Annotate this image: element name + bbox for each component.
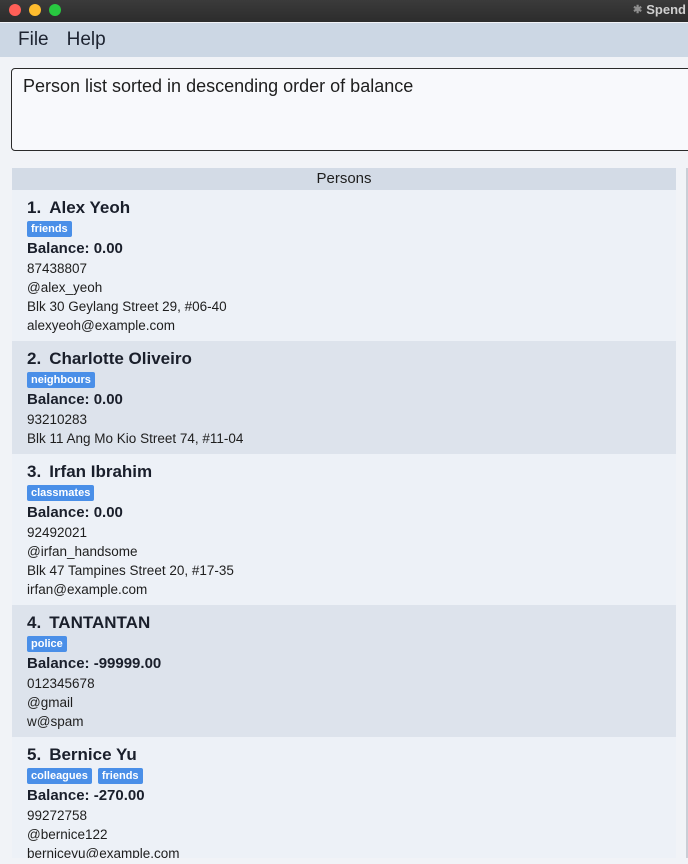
- person-email: alexyeoh@example.com: [27, 318, 176, 333]
- result-text: Person list sorted in descending order o…: [23, 76, 414, 96]
- person-list-panel[interactable]: Persons 1. Alex Yeoh friends Balance: 0.0…: [12, 168, 676, 858]
- person-email: w@spam: [27, 714, 84, 729]
- person-phone: 87438807: [27, 261, 88, 276]
- person-phone: 99272758: [27, 808, 88, 823]
- person-telegram: @irfan_handsome: [27, 544, 138, 559]
- person-balance: Balance: 0.00: [27, 240, 123, 257]
- person-address: Blk 47 Tampines Street 20, #17-35: [27, 563, 234, 578]
- person-index: 5.: [27, 745, 42, 764]
- person-index: 3.: [27, 462, 42, 481]
- person-phone: 92492021: [27, 525, 88, 540]
- person-tag: friends: [27, 221, 72, 237]
- person-balance: Balance: -270.00: [27, 787, 145, 804]
- person-phone: 93210283: [27, 412, 88, 427]
- person-tag: friends: [97, 768, 143, 784]
- person-name-row: 2. Charlotte Oliveiro: [27, 348, 661, 369]
- menu-help[interactable]: Help: [67, 29, 106, 51]
- person-phone: 012345678: [27, 676, 95, 691]
- person-name: Alex Yeoh: [49, 198, 131, 217]
- person-card[interactable]: 2. Charlotte Oliveiro neighbours Balance:…: [12, 341, 676, 454]
- app-icon: ✱: [633, 4, 643, 16]
- window-title-text: Spend: [646, 2, 686, 17]
- window-title-bar: ✱ Spend: [0, 0, 688, 22]
- person-index: 2.: [27, 349, 42, 368]
- person-name: Irfan Ibrahim: [49, 462, 153, 481]
- person-name-row: 3. Irfan Ibrahim: [27, 461, 661, 482]
- person-list-header: Persons: [12, 168, 676, 190]
- person-name-row: 4. TANTANTAN: [27, 612, 661, 633]
- person-tag: classmates: [27, 485, 95, 501]
- person-email: irfan@example.com: [27, 582, 148, 597]
- person-balance: Balance: 0.00: [27, 504, 123, 521]
- maximize-window-button[interactable]: [49, 4, 61, 16]
- window-title: ✱ Spend: [633, 2, 686, 17]
- person-index: 1.: [27, 198, 42, 217]
- person-tags: neighbours: [27, 372, 661, 388]
- person-name: TANTANTAN: [49, 613, 151, 632]
- close-window-button[interactable]: [9, 4, 21, 16]
- person-name-row: 5. Bernice Yu: [27, 744, 661, 765]
- person-telegram: @gmail: [27, 695, 73, 710]
- person-telegram: @bernice122: [27, 827, 108, 842]
- person-tags: police: [27, 636, 661, 652]
- person-name: Charlotte Oliveiro: [49, 349, 192, 368]
- menu-bar: File Help: [0, 23, 688, 57]
- person-name-row: 1. Alex Yeoh: [27, 197, 661, 218]
- result-display[interactable]: Person list sorted in descending order o…: [11, 68, 688, 151]
- person-card[interactable]: 5. Bernice Yu colleagues friends Balance:…: [12, 737, 676, 858]
- person-telegram: @alex_yeoh: [27, 280, 103, 295]
- person-balance: Balance: 0.00: [27, 391, 123, 408]
- person-address: Blk 30 Geylang Street 29, #06-40: [27, 299, 227, 314]
- person-card[interactable]: 4. TANTANTAN police Balance: -99999.00 01…: [12, 605, 676, 737]
- person-tag: police: [27, 636, 67, 652]
- person-card[interactable]: 3. Irfan Ibrahim classmates Balance: 0.00…: [12, 454, 676, 605]
- person-name: Bernice Yu: [49, 745, 137, 764]
- person-index: 4.: [27, 613, 42, 632]
- person-tags: friends: [27, 221, 661, 237]
- person-tag: neighbours: [27, 372, 95, 388]
- person-tag: colleagues: [27, 768, 92, 784]
- person-address: Blk 11 Ang Mo Kio Street 74, #11-04: [27, 431, 244, 446]
- person-card[interactable]: 1. Alex Yeoh friends Balance: 0.00 874388…: [12, 190, 676, 341]
- person-tags: classmates: [27, 485, 661, 501]
- person-tags: colleagues friends: [27, 768, 661, 784]
- menu-file[interactable]: File: [18, 29, 49, 51]
- person-balance: Balance: -99999.00: [27, 655, 162, 672]
- minimize-window-button[interactable]: [29, 4, 41, 16]
- person-email: berniceyu@example.com: [27, 846, 180, 858]
